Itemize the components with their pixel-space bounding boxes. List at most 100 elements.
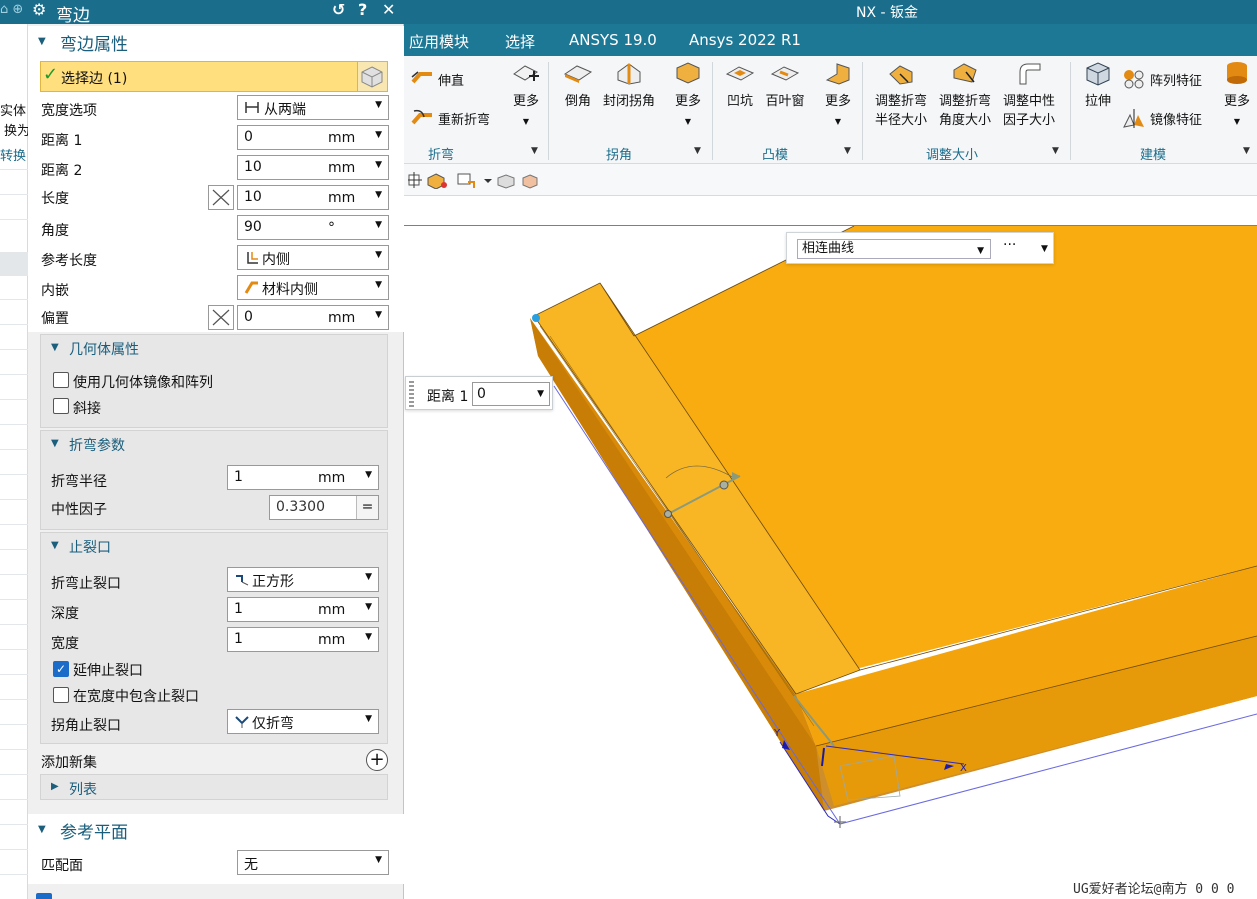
menu-ansys-19[interactable]: ANSYS 19.0: [569, 31, 657, 49]
bend-relief-select[interactable]: 正方形 ▼: [227, 567, 379, 592]
curve-rule-select[interactable]: 相连曲线 ▼: [797, 239, 991, 259]
collapse-icon: ▼: [38, 824, 46, 835]
resize-kfactor-button[interactable]: 调整中性 因子大小: [998, 60, 1060, 130]
pattern-feature-button[interactable]: 阵列特征: [1122, 68, 1202, 90]
bend-relief-label: 折弯止裂口: [51, 576, 121, 592]
rebend-button[interactable]: 重新折弯: [410, 107, 490, 129]
distance1-label: 距离 1: [41, 133, 83, 149]
match-face-label: 匹配面: [41, 858, 83, 874]
close-corner-icon: [617, 63, 641, 85]
emboss-more-button[interactable]: 更多 ▼: [820, 60, 856, 131]
group-modeling-dropdown[interactable]: ▼: [1243, 146, 1250, 156]
length-reverse-button[interactable]: [208, 185, 234, 210]
preview-checkbox[interactable]: [36, 893, 52, 899]
resize-bend-radius-button[interactable]: 调整折弯 半径大小: [870, 60, 932, 130]
length-input[interactable]: 10 mm ▼: [237, 185, 389, 210]
emboss-more-icon: [825, 63, 850, 85]
collapse-icon: ▼: [38, 36, 46, 47]
mirror-pattern-checkbox[interactable]: [53, 372, 69, 388]
corner-relief-select[interactable]: 仅折弯 ▼: [227, 709, 379, 734]
selection-toolbar: [404, 164, 1257, 196]
chevron-down-icon: ▼: [375, 160, 382, 170]
menu-application[interactable]: 应用模块: [409, 31, 469, 52]
onscreen-distance-label: 距离 1: [427, 389, 469, 405]
section-reference-plane[interactable]: ▼ 参考平面: [28, 814, 404, 844]
add-new-set-button[interactable]: +: [366, 749, 388, 771]
extend-relief-checkbox[interactable]: ✓: [53, 661, 69, 677]
match-face-select[interactable]: 无 ▼: [237, 850, 389, 875]
drag-handle[interactable]: [409, 381, 414, 407]
modeling-more-button[interactable]: 更多 ▼: [1218, 60, 1256, 131]
rebend-icon: [411, 109, 432, 125]
curve-rule-options-button[interactable]: ···: [1003, 237, 1016, 253]
menu-ansys-2022[interactable]: Ansys 2022 R1: [689, 31, 801, 49]
cube-icon: [361, 66, 383, 88]
chamfer-button[interactable]: 倒角: [558, 60, 598, 111]
corner-more-button[interactable]: 更多 ▼: [670, 60, 706, 131]
section-flange-properties[interactable]: ▼ 弯边属性: [28, 26, 404, 56]
sheet-metal-model[interactable]: Y X: [404, 226, 1257, 899]
help-icon[interactable]: ?: [358, 0, 367, 19]
chevron-down-icon: ▼: [365, 572, 372, 582]
offset-reverse-button[interactable]: [208, 305, 234, 330]
onscreen-distance-field[interactable]: 0 ▼: [472, 382, 550, 406]
distance1-input[interactable]: 0 mm ▼: [237, 125, 389, 150]
curve-rule-dropdown-icon[interactable]: ▼: [1041, 244, 1048, 254]
angle-input[interactable]: 90 ° ▼: [237, 215, 389, 240]
resize-kfactor-icon: [1019, 63, 1041, 85]
extrude-button[interactable]: 拉伸: [1078, 60, 1118, 111]
bend-parameters-group: ▼ 折弯参数 折弯半径 1 mm ▼ 中性因子 0.3300 =: [40, 430, 388, 530]
geometry-properties-group: ▼ 几何体属性 使用几何体镜像和阵列 斜接: [40, 334, 388, 428]
reverse-direction-icon: [212, 189, 230, 206]
bend-parameters-header[interactable]: ▼ 折弯参数: [41, 431, 387, 457]
width-option-select[interactable]: 从两端 ▼: [237, 95, 389, 120]
group-label-corner: 拐角: [606, 148, 633, 163]
bend-more-button[interactable]: 更多 ▼: [508, 60, 544, 131]
group-resize-dropdown[interactable]: ▼: [1052, 146, 1059, 156]
material-inside-icon: [244, 281, 258, 294]
bend-only-relief-icon: [235, 716, 249, 728]
inset-select[interactable]: 材料内侧 ▼: [237, 275, 389, 300]
miter-checkbox[interactable]: [53, 398, 69, 414]
kfactor-label: 中性因子: [51, 502, 107, 518]
offset-input[interactable]: 0 mm ▼: [237, 305, 389, 330]
inset-label: 内嵌: [41, 283, 69, 299]
geometry-properties-header[interactable]: ▼ 几何体属性: [41, 335, 387, 361]
list-group[interactable]: ▶ 列表: [40, 774, 388, 800]
louver-button[interactable]: 百叶窗: [762, 60, 808, 111]
group-corner-dropdown[interactable]: ▼: [694, 146, 701, 156]
group-emboss-dropdown[interactable]: ▼: [844, 146, 851, 156]
distance2-input[interactable]: 10 mm ▼: [237, 155, 389, 180]
relief-depth-input[interactable]: 1 mm ▼: [227, 597, 379, 622]
reset-icon[interactable]: ↺: [332, 0, 345, 19]
relief-header[interactable]: ▼ 止裂口: [41, 533, 387, 559]
select-edge-row[interactable]: ✓ 选择边 (1): [40, 61, 388, 92]
group-separator: [1070, 62, 1071, 160]
axis-y-label: Y: [773, 728, 781, 739]
formula-button[interactable]: =: [356, 496, 378, 519]
relief-width-input[interactable]: 1 mm ▼: [227, 627, 379, 652]
resize-bend-angle-button[interactable]: 调整折弯 角度大小: [934, 60, 996, 130]
kfactor-input[interactable]: 0.3300 =: [269, 495, 379, 520]
group-label-emboss: 凸模: [762, 148, 789, 163]
mirror-feature-button[interactable]: 镜像特征: [1122, 107, 1202, 129]
graphics-window[interactable]: Y X: [404, 226, 1257, 899]
width-option-label: 宽度选项: [41, 103, 97, 119]
gear-icon[interactable]: ⚙: [32, 0, 46, 19]
straighten-button[interactable]: 伸直: [410, 68, 464, 90]
select-edge-button[interactable]: [357, 61, 388, 92]
dimple-button[interactable]: 凹坑: [722, 60, 758, 111]
dialog-title-bar[interactable]: ⚙ 弯边 ↺ ? ✕: [28, 0, 404, 26]
chamfer-icon: [563, 65, 593, 83]
chevron-down-icon: ▼: [375, 280, 382, 290]
bend-radius-input[interactable]: 1 mm ▼: [227, 465, 379, 490]
ref-length-select[interactable]: 内侧 ▼: [237, 245, 389, 270]
close-icon[interactable]: ✕: [382, 0, 395, 19]
inner-length-icon: [247, 252, 258, 264]
include-relief-checkbox[interactable]: [53, 687, 69, 703]
close-corner-button[interactable]: 封闭拐角: [600, 60, 658, 111]
snap-tools-icons[interactable]: [408, 171, 538, 189]
menu-select[interactable]: 选择: [505, 31, 535, 52]
quick-access-icons[interactable]: ⌂ ⊕: [0, 2, 23, 17]
group-bend-dropdown[interactable]: ▼: [531, 146, 538, 156]
